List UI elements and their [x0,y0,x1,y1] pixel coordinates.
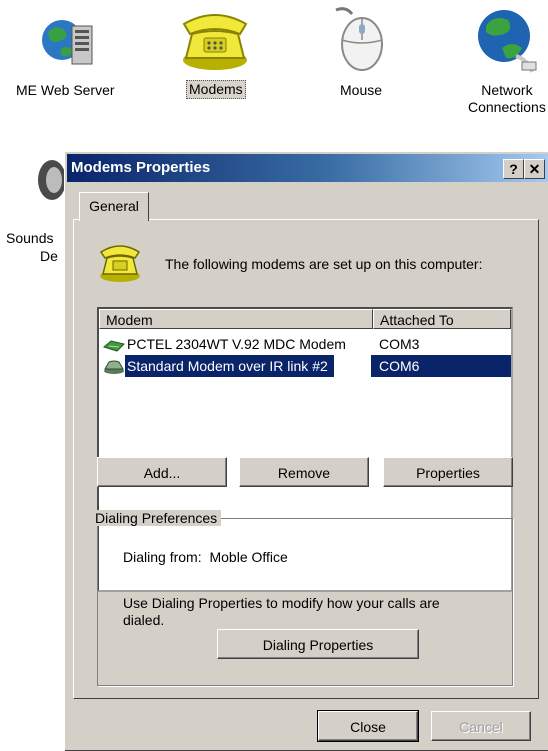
cancel-button[interactable]: Cancel [431,711,531,741]
close-title-button[interactable]: ✕ [524,159,545,179]
modem-name: Standard Modem over IR link #2 [125,355,334,377]
title-bar[interactable]: Modems Properties ? ✕ [67,154,548,182]
modem-port: COM6 [371,355,511,377]
modems-properties-dialog: Modems Properties ? ✕ General The follow… [64,151,548,751]
intro-text: The following modems are set up on this … [165,256,483,272]
dialing-from-value: Moble Office [209,549,288,565]
web-server-icon[interactable] [36,10,100,70]
cp-label-mouse[interactable]: Mouse [340,82,382,99]
cp-label-web-server[interactable]: ME Web Server [16,82,115,99]
cp-label-network-text: Network Connections [468,82,546,115]
dialing-properties-button[interactable]: Dialing Properties [217,629,419,659]
dialog-title: Modems Properties [71,159,211,176]
list-header: Modem Attached To [99,309,511,331]
column-header-modem[interactable]: Modem [99,309,373,329]
dialing-help-text: Use Dialing Properties to modify how you… [123,595,440,628]
table-row[interactable]: Standard Modem over IR link #2 COM6 [101,355,511,377]
tab-general[interactable]: General [79,192,149,221]
cp-label-network[interactable]: Network Connections [468,82,546,116]
column-header-attached-to[interactable]: Attached To [373,309,511,329]
modem-phone-icon-small [97,240,143,287]
cp-label-devices-partial[interactable]: De [40,248,58,265]
cp-label-sounds[interactable]: Sounds [6,230,53,247]
close-button[interactable]: Close [317,710,419,742]
remove-button[interactable]: Remove [239,457,369,487]
modem-name: PCTEL 2304WT V.92 MDC Modem [127,336,346,352]
properties-button[interactable]: Properties [383,457,513,487]
cancel-button-label: Cancel [459,719,503,735]
dialing-from-row: Dialing from: Moble Office [123,549,288,565]
help-button[interactable]: ? [503,159,524,179]
table-row[interactable]: PCTEL 2304WT V.92 MDC Modem COM3 [101,333,511,355]
ir-modem-icon [103,359,125,381]
dialing-preferences-legend: Dialing Preferences [91,510,222,526]
mouse-icon[interactable] [326,4,392,74]
network-globe-icon[interactable] [476,4,540,76]
cp-label-modems[interactable]: Modems [186,80,246,99]
modem-phone-icon[interactable] [178,6,252,74]
modem-port: COM3 [379,336,420,352]
add-button[interactable]: Add... [97,457,227,487]
dialing-from-label: Dialing from: [123,549,202,565]
